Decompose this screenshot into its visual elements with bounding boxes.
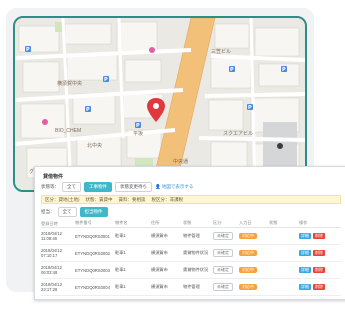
- column-header[interactable]: 物件名: [115, 220, 151, 226]
- row-date: 2018/04/12 07:10:17: [41, 248, 62, 258]
- map-canvas[interactable]: P P P P P P P: [15, 18, 305, 190]
- column-header[interactable]: 住所: [151, 220, 183, 226]
- map-label: 北中央: [87, 143, 103, 149]
- row-tag-unconfirmed: 未確定: [213, 232, 233, 240]
- svg-text:P: P: [282, 67, 286, 73]
- row-id: ETYNDQ0RS0002: [75, 250, 110, 256]
- table-row[interactable]: 2018/04/12 23:17:28 ETYNDQ0RS0004 駐車1 横須…: [41, 279, 341, 296]
- notice-item: 区分：貸地(土地): [45, 196, 80, 202]
- svg-text:P: P: [86, 107, 90, 113]
- notice-item: 賃料：要相談: [118, 196, 146, 202]
- row-name: 駐車1: [115, 284, 126, 289]
- row-tag-unconfirmed: 未確定: [213, 283, 233, 291]
- row-type: 賃貸物件状況: [183, 250, 209, 255]
- notice-item: 状態：賃貸中: [85, 196, 113, 202]
- row-address: 横須賀市: [151, 250, 168, 255]
- row-id: ETYNDQ0RS0001: [75, 233, 110, 239]
- detail-button[interactable]: 詳細: [299, 233, 311, 239]
- map-label: スクエアビル: [223, 131, 254, 137]
- notice-bar: 区分：貸地(土地) 状態：賃貸中 賃料：要相談 税区分：非課税: [41, 195, 341, 204]
- row-type: 賃貸物件状況: [183, 267, 209, 272]
- row-tag-unconfirmed: 未確定: [213, 266, 233, 274]
- table-row[interactable]: 2018/04/12 11:08:46 ETYNDQ0RS0001 駐車1 横須…: [41, 228, 341, 245]
- notice-item: 税区分：非課税: [151, 196, 184, 202]
- filter-construction-button[interactable]: 工事物件: [84, 182, 112, 192]
- map-label: 横須賀中央: [57, 81, 83, 87]
- owner-filter: 担当： 全て 担当物件: [41, 206, 108, 217]
- map-label: 平坂: [133, 131, 144, 137]
- delete-button[interactable]: 削除: [313, 284, 325, 290]
- row-tag-unconfirmed: 未確定: [213, 249, 233, 257]
- svg-text:P: P: [136, 123, 140, 129]
- delete-button[interactable]: 削除: [313, 233, 325, 239]
- row-tag-in-progress: 対応中: [239, 233, 257, 239]
- column-header[interactable]: 物件番号: [75, 220, 115, 226]
- row-type: 物件管理: [183, 233, 200, 238]
- map-label: 中央通: [173, 159, 189, 165]
- owner-mine-button[interactable]: 担当物件: [79, 206, 108, 217]
- status-filter: 状態等： 全て 工事物件 状態変更待ち 👤 地図で表示する: [41, 182, 193, 192]
- detail-button[interactable]: 詳細: [299, 284, 311, 290]
- column-header[interactable]: 区分: [213, 220, 239, 226]
- property-list-card: 貸借物件 状態等： 全て 工事物件 状態変更待ち 👤 地図で表示する 区分：貸地…: [34, 166, 345, 300]
- table-row[interactable]: 2018/04/12 07:10:17 ETYNDQ0RS0002 駐車1 横須…: [41, 245, 341, 262]
- status-filter-label: 状態等：: [41, 184, 59, 189]
- svg-text:P: P: [104, 77, 108, 83]
- row-date: 2018/04/12 23:17:28: [41, 282, 62, 292]
- svg-text:P: P: [230, 67, 234, 73]
- delete-button[interactable]: 削除: [313, 250, 325, 256]
- detail-button[interactable]: 詳細: [299, 267, 311, 273]
- row-id: ETYNDQ0RS0003: [75, 267, 110, 273]
- map-label: 三笠ビル: [211, 49, 232, 55]
- row-date: 2018/04/12 06:03:48: [41, 265, 62, 275]
- table-row[interactable]: 2018/04/12 06:03:48 ETYNDQ0RS0003 駐車1 横須…: [41, 262, 341, 279]
- map-label: BIO_CHEM: [55, 128, 82, 134]
- column-header[interactable]: 状態: [269, 220, 299, 226]
- filter-pending-button[interactable]: 状態変更待ち: [115, 182, 152, 192]
- delete-button[interactable]: 削除: [313, 267, 325, 273]
- svg-text:P: P: [248, 105, 252, 111]
- row-date: 2018/04/12 11:08:46: [41, 231, 62, 241]
- card-title: 貸借物件: [43, 174, 64, 180]
- column-header[interactable]: 登録日時: [41, 221, 75, 226]
- property-table: 登録日時 物件番号 物件名 住所 状態 区分 入力日 状態 操作 2018/04…: [41, 219, 341, 296]
- row-tag-in-progress: 対応中: [239, 284, 257, 290]
- table-header: 登録日時 物件番号 物件名 住所 状態 区分 入力日 状態 操作: [41, 219, 341, 228]
- row-id: ETYNDQ0RS0004: [75, 284, 110, 290]
- row-name: 駐車1: [115, 250, 126, 255]
- owner-all-button[interactable]: 全て: [57, 206, 77, 217]
- map-view-link-label: 地図で表示する: [161, 184, 194, 189]
- map-view-link[interactable]: 👤 地図で表示する: [155, 184, 193, 190]
- column-header: 操作: [299, 220, 308, 225]
- row-type: 物件管理: [183, 284, 200, 289]
- row-address: 横須賀市: [151, 233, 168, 238]
- row-name: 駐車1: [115, 233, 126, 238]
- filter-all-button[interactable]: 全て: [62, 182, 81, 192]
- row-tag-in-progress: 対応中: [239, 250, 257, 256]
- detail-button[interactable]: 詳細: [299, 250, 311, 256]
- svg-text:P: P: [26, 47, 30, 53]
- column-header[interactable]: 状態: [183, 220, 213, 226]
- row-address: 横須賀市: [151, 267, 168, 272]
- column-header[interactable]: 入力日: [239, 220, 269, 226]
- row-tag-in-progress: 対応中: [239, 267, 257, 273]
- row-address: 横須賀市: [151, 284, 168, 289]
- owner-filter-label: 担当：: [41, 208, 55, 214]
- row-name: 駐車1: [115, 267, 126, 272]
- person-icon: 👤: [155, 184, 161, 189]
